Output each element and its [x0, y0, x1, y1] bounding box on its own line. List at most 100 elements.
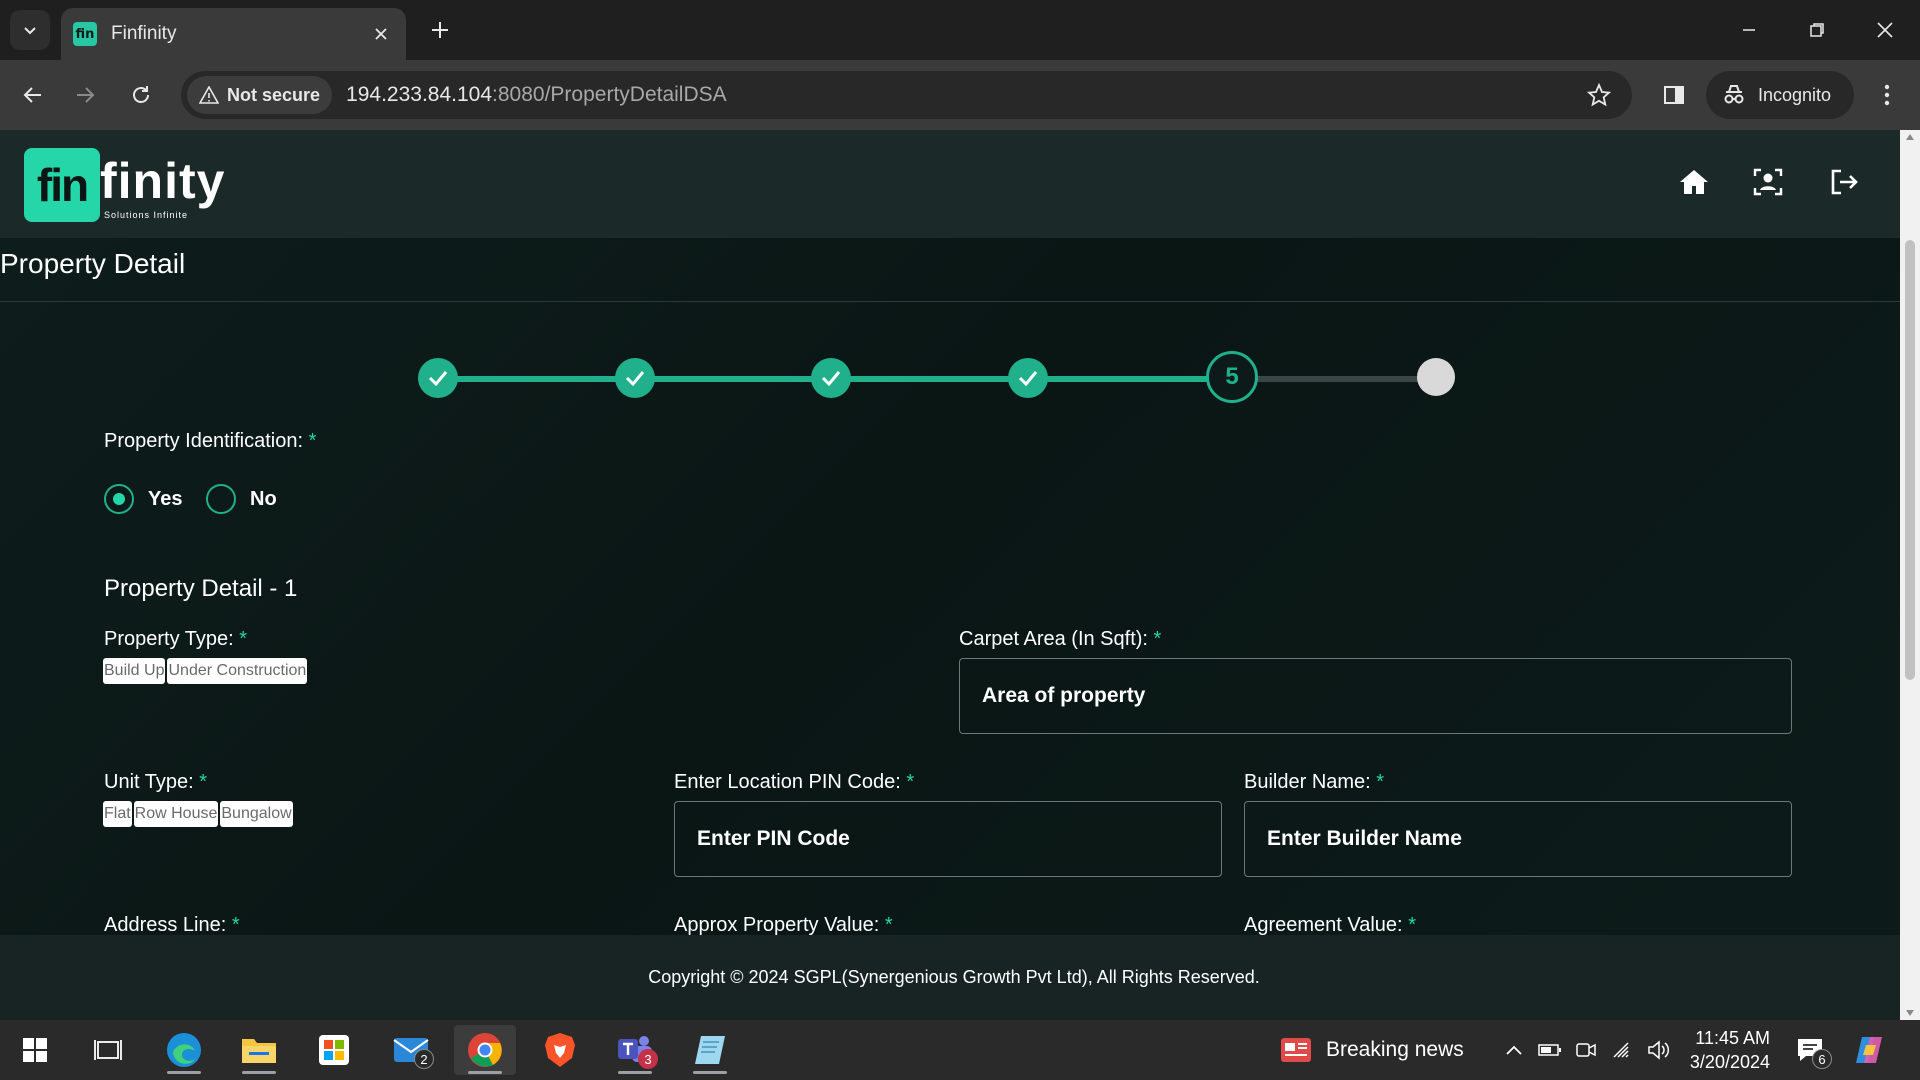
wifi-icon [1613, 1042, 1629, 1058]
unit-type-options: Flat Row House Bungalow [103, 801, 293, 827]
task-view-button[interactable] [77, 1025, 139, 1075]
side-panel-icon [1664, 86, 1684, 104]
minimize-icon [1743, 29, 1755, 31]
taskbar-teams[interactable]: 3 [604, 1025, 666, 1075]
warning-icon [199, 86, 219, 104]
brave-icon [545, 1033, 575, 1067]
minimize-button[interactable] [1724, 10, 1774, 50]
incognito-label: Incognito [1758, 84, 1832, 105]
required-mark: * [1376, 771, 1385, 793]
browser-tab[interactable]: fin Finfinity [61, 8, 406, 60]
required-mark: * [1408, 914, 1416, 936]
check-icon [428, 371, 448, 386]
property-type-build-up[interactable]: Build Up [103, 658, 166, 684]
arrow-left-icon [23, 87, 41, 103]
tab-search-button[interactable] [10, 10, 50, 50]
restore-button[interactable] [1792, 10, 1842, 50]
running-indicator [618, 1071, 652, 1074]
page-scrollbar[interactable] [1900, 130, 1920, 1020]
taskbar-brave[interactable] [529, 1025, 591, 1075]
property-identification-label: Property Identification: * [104, 430, 316, 453]
taskbar-notes-app[interactable] [679, 1025, 741, 1075]
browser-tab-bar: fin Finfinity [0, 0, 1920, 60]
home-button[interactable] [1674, 162, 1714, 202]
logout-button[interactable] [1824, 162, 1864, 202]
pin-code-input[interactable]: Enter PIN Code [674, 801, 1222, 877]
radio-no[interactable]: No [206, 484, 277, 514]
notes-icon [695, 1036, 725, 1064]
finfinity-logo[interactable]: fin finity Solutions Infinite [24, 148, 234, 226]
scrollbar-thumb[interactable] [1905, 240, 1915, 680]
side-panel-button[interactable] [1655, 76, 1693, 114]
windows-logo-icon [23, 1038, 47, 1062]
show-hidden-icons-button[interactable] [1502, 1038, 1526, 1062]
camera-icon [1576, 1043, 1596, 1057]
label-text: Address Line: [104, 914, 227, 936]
news-widget[interactable]: Breaking news [1280, 1028, 1464, 1072]
plus-icon [432, 22, 448, 38]
check-icon [821, 371, 841, 386]
radio-selected-dot [113, 493, 125, 505]
notification-center-button[interactable]: 6 [1780, 1025, 1840, 1075]
property-type-under-construction[interactable]: Under Construction [167, 658, 308, 684]
volume-button[interactable] [1647, 1038, 1671, 1062]
label-text: Property Type: [104, 628, 234, 650]
step-1-completed [418, 358, 458, 398]
system-clock[interactable]: 11:45 AM 3/20/2024 [1680, 1026, 1770, 1074]
profile-button[interactable] [1748, 162, 1788, 202]
taskbar-edge[interactable] [153, 1025, 215, 1075]
unit-type-flat[interactable]: Flat [103, 801, 132, 827]
check-icon [1018, 371, 1038, 386]
url-text[interactable]: 194.233.84.104:8080/PropertyDetailDSA [346, 83, 727, 107]
taskbar-file-explorer[interactable] [228, 1025, 290, 1075]
taskbar-store[interactable] [303, 1025, 365, 1075]
meet-now-button[interactable] [1574, 1038, 1598, 1062]
battery-icon [1538, 1044, 1561, 1056]
carpet-area-input[interactable]: Area of property [959, 658, 1792, 734]
forward-button[interactable] [66, 76, 104, 114]
taskbar-chrome[interactable] [454, 1025, 516, 1075]
scroll-up-arrow[interactable] [1906, 134, 1914, 140]
reload-button[interactable] [122, 76, 160, 114]
running-indicator [242, 1071, 276, 1074]
radio-yes-circle[interactable] [104, 484, 134, 514]
taskbar-mail[interactable]: 2 [380, 1025, 442, 1075]
profile-icon [1753, 168, 1783, 196]
back-button[interactable] [14, 76, 52, 114]
label-text: Builder Name: [1244, 771, 1371, 793]
chrome-icon [468, 1033, 502, 1067]
tab-close-button[interactable] [368, 21, 394, 47]
network-button[interactable] [1611, 1038, 1635, 1062]
star-icon [1587, 83, 1611, 107]
restore-icon [1810, 23, 1824, 37]
edge-icon [167, 1033, 201, 1067]
start-button[interactable] [4, 1025, 66, 1075]
radio-no-circle[interactable] [206, 484, 236, 514]
required-mark: * [231, 914, 240, 936]
close-window-button[interactable] [1860, 10, 1910, 50]
scroll-down-arrow[interactable] [1906, 1010, 1914, 1016]
new-tab-button[interactable] [425, 15, 455, 45]
radio-yes[interactable]: Yes [104, 484, 182, 514]
incognito-icon [1724, 85, 1744, 104]
unit-type-row-house[interactable]: Row House [133, 801, 219, 827]
copilot-icon [1856, 1037, 1882, 1063]
address-bar[interactable]: Not secure 194.233.84.104:8080/PropertyD… [181, 71, 1632, 119]
check-icon [625, 371, 645, 386]
builder-name-input[interactable]: Enter Builder Name [1244, 801, 1792, 877]
security-indicator[interactable]: Not secure [187, 76, 333, 114]
browser-menu-button[interactable] [1870, 76, 1904, 114]
unit-type-label: Unit Type: * [104, 771, 207, 794]
tab-favicon: fin [73, 22, 97, 46]
step-6-pending [1417, 358, 1455, 396]
page-title-bar: Property Detail [0, 238, 1900, 302]
incognito-badge[interactable]: Incognito [1706, 71, 1854, 119]
battery-button[interactable] [1538, 1038, 1562, 1062]
builder-name-label: Builder Name: * [1244, 771, 1384, 794]
copilot-button[interactable] [1840, 1025, 1898, 1075]
unit-type-bungalow[interactable]: Bungalow [220, 801, 293, 827]
approx-value-label: Approx Property Value: * [674, 914, 893, 937]
required-mark: * [308, 430, 317, 452]
bookmark-button[interactable] [1584, 80, 1614, 110]
label-text: Agreement Value: [1244, 914, 1403, 936]
